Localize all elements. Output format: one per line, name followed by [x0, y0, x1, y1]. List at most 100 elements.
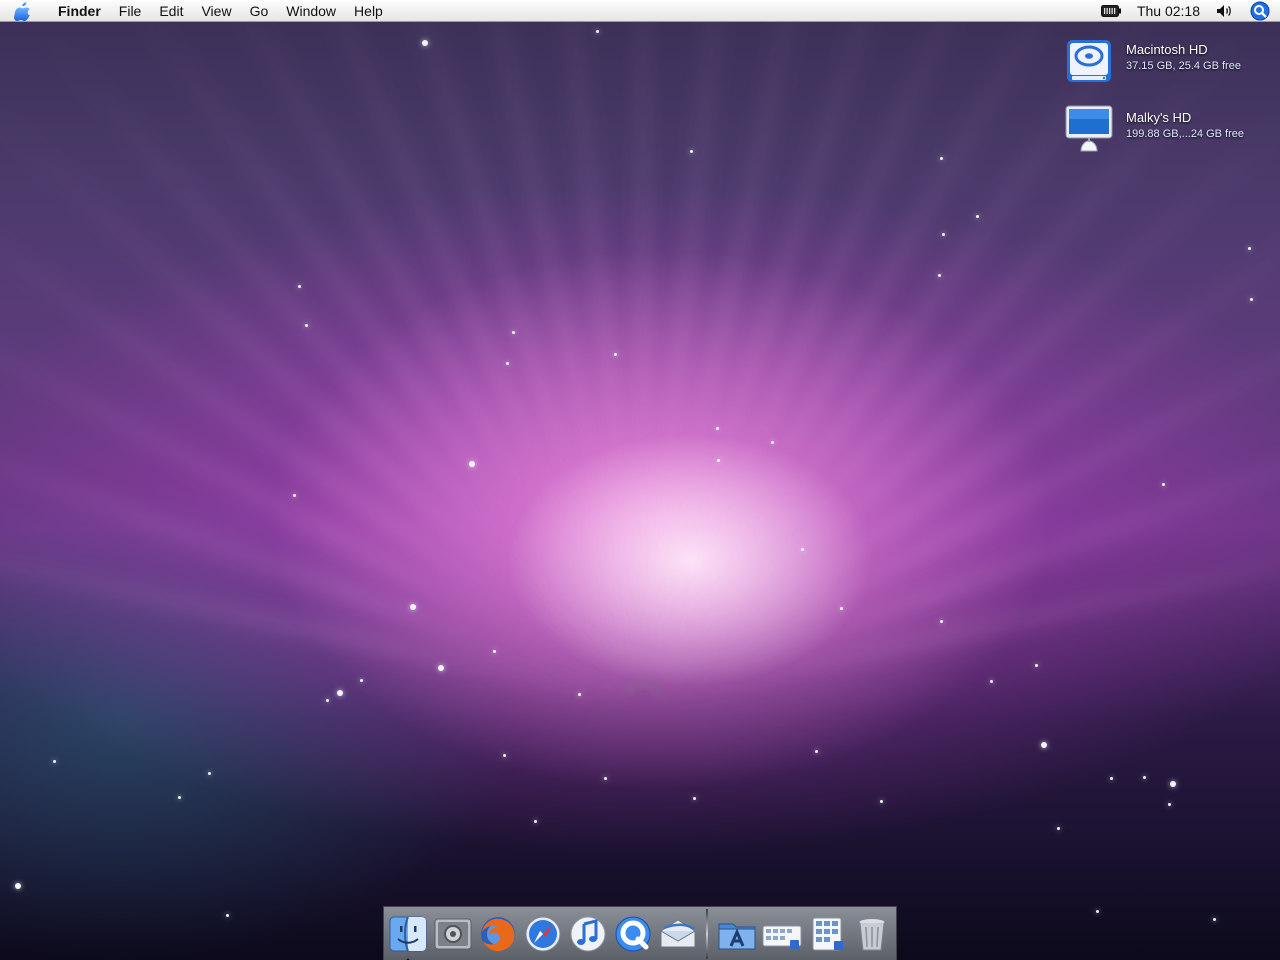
- wallpaper-star: [410, 604, 416, 610]
- wallpaper-star: [771, 441, 774, 444]
- wallpaper-star: [840, 607, 843, 610]
- wallpaper-star: [438, 665, 444, 671]
- wallpaper-star: [976, 215, 979, 218]
- wallpaper-star: [1110, 777, 1113, 780]
- wallpaper-star: [1170, 781, 1176, 787]
- wallpaper-star: [506, 362, 509, 365]
- wallpaper-star: [690, 150, 693, 153]
- wallpaper-star: [940, 620, 943, 623]
- wallpaper-star: [942, 233, 945, 236]
- dock-item-itunes[interactable]: [567, 912, 609, 956]
- wallpaper-star: [614, 353, 617, 356]
- wallpaper-star: [596, 30, 599, 33]
- safari-icon: [525, 916, 561, 951]
- battery-icon: [1100, 4, 1121, 17]
- dock-item-system-preferences[interactable]: [432, 912, 474, 956]
- wallpaper-ray: [640, 0, 646, 700]
- wallpaper-star: [801, 548, 804, 551]
- drive-name: Malky's HD: [1126, 110, 1192, 125]
- wallpaper-star: [226, 914, 229, 917]
- itunes-icon: [570, 916, 606, 951]
- spotlight-icon: [1250, 1, 1270, 20]
- menu-clock[interactable]: Thu 02:18: [1129, 0, 1208, 22]
- quicktime-icon: [615, 916, 651, 951]
- dock-item-applications[interactable]: [716, 912, 758, 956]
- dock-item-finder[interactable]: [388, 912, 430, 960]
- drive-name: Macintosh HD: [1126, 42, 1208, 57]
- battery-status[interactable]: [1093, 0, 1129, 22]
- dock: [383, 906, 897, 960]
- wallpaper-star: [693, 797, 696, 800]
- dock-item-firefox[interactable]: [477, 912, 519, 956]
- apple-menu[interactable]: [0, 0, 46, 22]
- trash-icon: [858, 917, 886, 950]
- wallpaper-star: [178, 796, 181, 799]
- spotlight-button[interactable]: [1242, 0, 1280, 22]
- wallpaper-star: [360, 679, 363, 682]
- wallpaper-star: [298, 285, 301, 288]
- menu-window[interactable]: Window: [277, 0, 345, 22]
- downloads-stack-icon: [812, 917, 843, 950]
- dock-item-safari[interactable]: [522, 912, 564, 956]
- menu-view[interactable]: View: [192, 0, 240, 22]
- firefox-icon: [481, 916, 516, 951]
- wallpaper-star: [1162, 483, 1165, 486]
- volume-control[interactable]: [1208, 0, 1242, 22]
- menu-go[interactable]: Go: [241, 0, 278, 22]
- wallpaper-star: [293, 494, 296, 497]
- wallpaper-star: [1213, 918, 1216, 921]
- documents-stack-icon: [762, 925, 802, 949]
- wallpaper-star: [326, 699, 329, 702]
- dock-separator: [706, 908, 709, 959]
- wallpaper-star: [1096, 910, 1099, 913]
- menu-help[interactable]: Help: [345, 0, 392, 22]
- drive-info: 37.15 GB, 25.4 GB free: [1126, 60, 1241, 72]
- wallpaper-ray: [0, 389, 645, 703]
- network-volume-icon: [1065, 105, 1113, 152]
- wallpaper-star: [1035, 664, 1038, 667]
- system-preferences-icon: [434, 918, 472, 949]
- wallpaper-star: [578, 693, 581, 696]
- dock-item-mail[interactable]: [657, 912, 699, 956]
- wallpaper-star: [534, 820, 537, 823]
- drive-info: 199.88 GB,...24 GB free: [1126, 128, 1245, 140]
- apple-icon: [14, 1, 30, 21]
- menu-file[interactable]: File: [110, 0, 151, 22]
- dock-item-quicktime[interactable]: [612, 912, 654, 956]
- dock-item-documents[interactable]: [761, 912, 803, 956]
- finder-icon: [389, 916, 427, 951]
- wallpaper-star: [305, 324, 308, 327]
- wallpaper-star: [512, 331, 515, 334]
- desktop-icon-macintosh-hd[interactable]: Macintosh HD 37.15 GB, 25.4 GB free: [1064, 36, 1241, 86]
- dock-item-trash[interactable]: [851, 912, 893, 956]
- wallpaper-star: [1250, 298, 1253, 301]
- wallpaper-star: [422, 40, 428, 46]
- menu-edit[interactable]: Edit: [150, 0, 192, 22]
- dock-item-downloads[interactable]: [806, 912, 848, 956]
- wallpaper-star: [15, 883, 21, 889]
- wallpaper-star: [493, 650, 496, 653]
- wallpaper-star: [337, 690, 343, 696]
- wallpaper-star: [716, 427, 719, 430]
- wallpaper-star: [990, 680, 993, 683]
- wallpaper-star: [53, 760, 56, 763]
- wallpaper-star: [208, 772, 211, 775]
- wallpaper-star: [938, 274, 941, 277]
- menu-app-name[interactable]: Finder: [46, 0, 110, 22]
- wallpaper-star: [503, 754, 506, 757]
- wallpaper-star: [1248, 247, 1251, 250]
- wallpaper-star: [815, 750, 818, 753]
- menu-extras: Thu 02:18: [1093, 0, 1280, 22]
- wallpaper-star: [1143, 776, 1146, 779]
- wallpaper-star: [469, 461, 475, 467]
- wallpaper-star: [1057, 827, 1060, 830]
- wallpaper-ray: [38, 29, 646, 703]
- wallpaper-ray: [641, 389, 1280, 703]
- wallpaper-star: [880, 800, 883, 803]
- desktop-icon-malkys-hd[interactable]: Malky's HD 199.88 GB,...24 GB free: [1064, 104, 1244, 154]
- wallpaper-star: [717, 459, 720, 462]
- volume-icon: [1217, 4, 1231, 17]
- wallpaper-star: [1168, 803, 1171, 806]
- menu-bar: Finder File Edit View Go Window Help Thu…: [0, 0, 1280, 22]
- wallpaper-star: [940, 157, 943, 160]
